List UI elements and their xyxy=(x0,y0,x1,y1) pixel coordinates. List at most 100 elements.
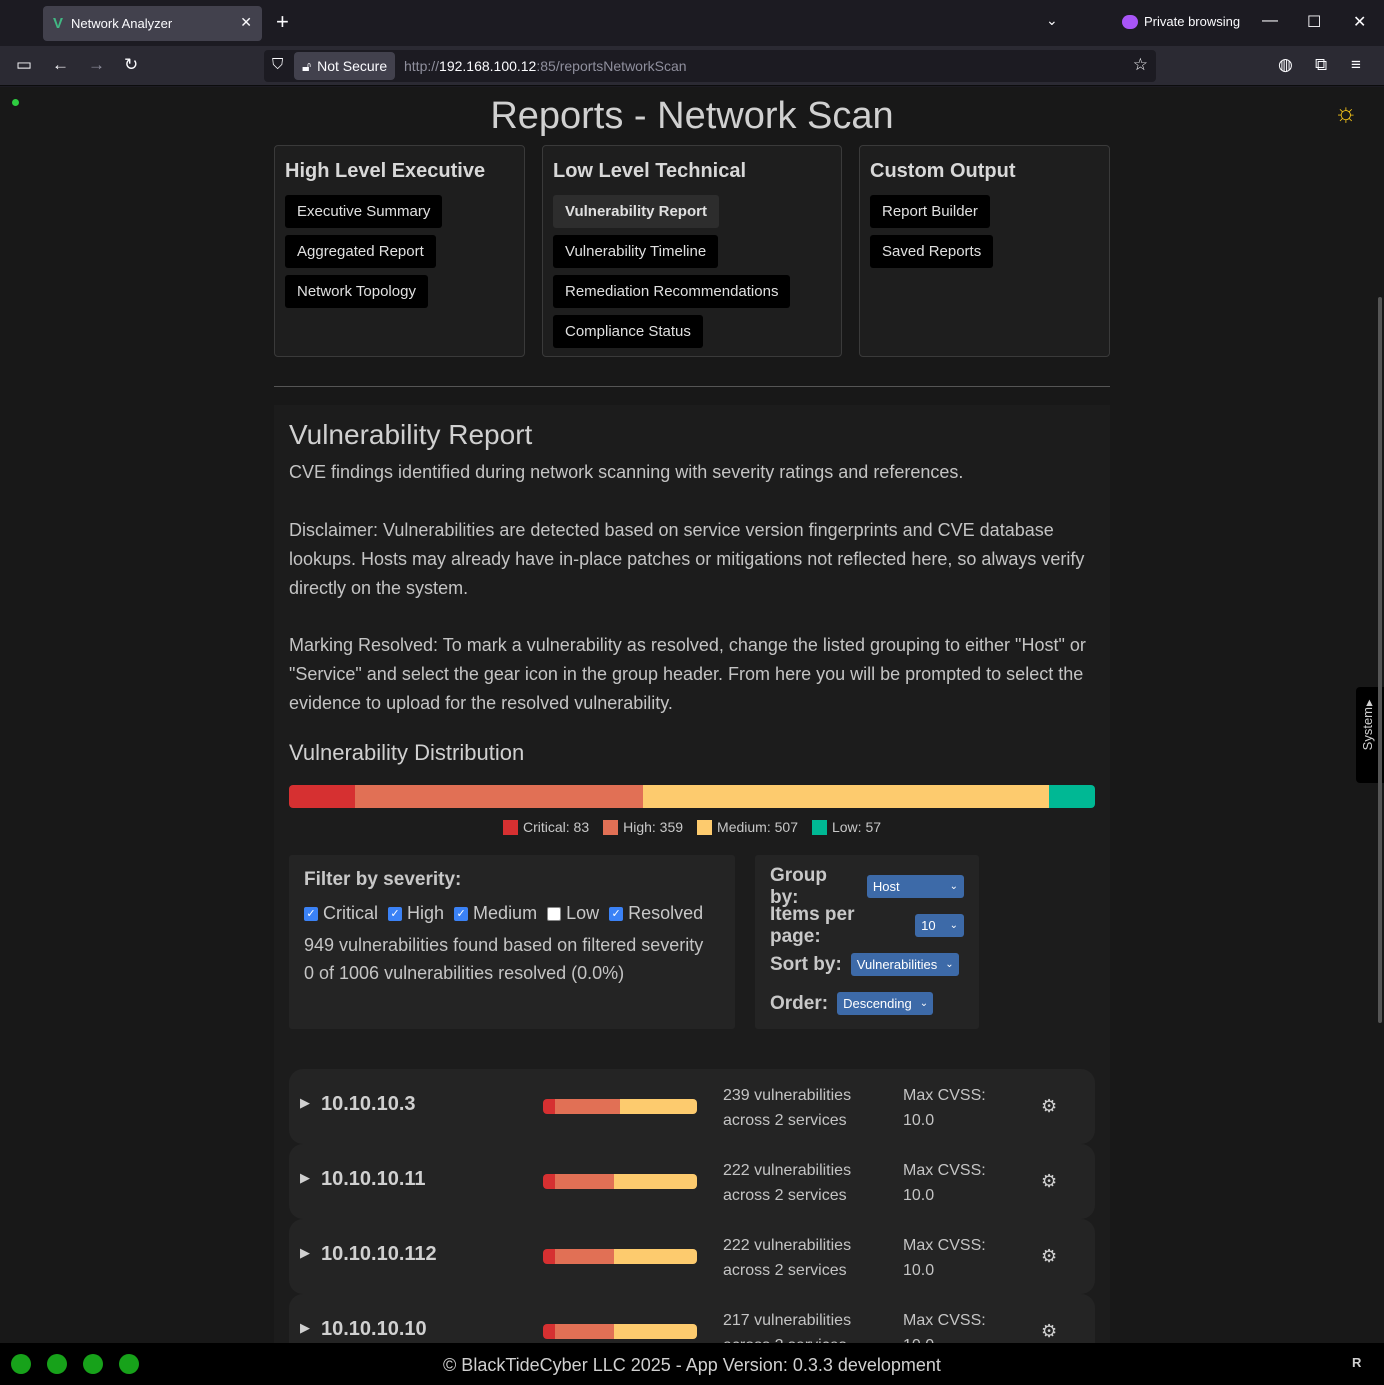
report-subtitle: CVE findings identified during network s… xyxy=(289,462,964,482)
checkbox-label: Low xyxy=(566,903,600,923)
url-text[interactable]: http://192.168.100.12:85/reportsNetworkS… xyxy=(404,58,687,74)
account-icon[interactable]: ◍ xyxy=(1278,55,1293,75)
maximize-icon[interactable]: ☐ xyxy=(1307,12,1321,32)
lock-icon: 🔓︎ xyxy=(302,57,312,74)
legend-item: Medium: 507 xyxy=(697,819,798,835)
checkbox-icon[interactable]: ✓ xyxy=(609,906,624,921)
host-severity-segment xyxy=(543,1174,556,1189)
cvss-value: 10.0 xyxy=(903,1187,935,1204)
severity-checkbox-low[interactable]: Low xyxy=(547,903,599,924)
host-ip: 10.10.10.10 xyxy=(321,1318,427,1340)
new-tab-icon[interactable]: + xyxy=(276,9,289,35)
order-select[interactable]: Descending ⌄ xyxy=(837,992,934,1015)
severity-checkboxes: ✓ Critical ✓ High ✓ Medium Low ✓ Resolved xyxy=(304,903,720,924)
severity-checkbox-medium[interactable]: ✓ Medium xyxy=(454,903,537,924)
close-window-icon[interactable]: ✕ xyxy=(1353,12,1366,32)
cvss-label: Max CVSS: xyxy=(903,1237,986,1254)
host-group-row[interactable]: ▶ 10.10.10.11 222 vulnerabilities across 2 … xyxy=(289,1144,1095,1219)
browser-tab[interactable]: V Network Analyzer ✕ xyxy=(43,6,262,41)
gear-icon[interactable]: ⚙ xyxy=(1041,1321,1057,1342)
aggregated-report-button[interactable]: Aggregated Report xyxy=(285,235,436,268)
gear-icon[interactable]: ⚙ xyxy=(1041,1171,1057,1192)
vuln-count-line: 222 vulnerabilities xyxy=(723,1237,852,1254)
host-group-row[interactable]: ▶ 10.10.10.3 239 vulnerabilities across 2 s… xyxy=(289,1069,1095,1144)
checkbox-label: Critical xyxy=(323,903,379,923)
gear-icon[interactable]: ⚙ xyxy=(1041,1096,1057,1117)
url-path: :85/reportsNetworkScan xyxy=(536,58,687,74)
checkbox-label: Medium xyxy=(473,903,538,923)
network-topology-button[interactable]: Network Topology xyxy=(285,275,428,308)
order-label: Order: xyxy=(770,992,829,1014)
host-severity-segment xyxy=(543,1249,556,1264)
host-severity-segment xyxy=(613,1324,697,1339)
grouping-panel: Group by: Host ⌄ Items per page: 10 ⌄ Sort… xyxy=(755,855,979,1029)
order-row: Order: Descending ⌄ xyxy=(770,984,964,1023)
found-count-text: 949 vulnerabilities found based on filte… xyxy=(304,935,704,955)
chevron-down-icon[interactable]: ⌄ xyxy=(1046,12,1058,29)
legend-item: Low: 57 xyxy=(811,819,882,835)
report-title: Vulnerability Report xyxy=(289,419,533,450)
saved-reports-button[interactable]: Saved Reports xyxy=(870,235,994,268)
severity-checkbox-high[interactable]: ✓ High xyxy=(388,903,444,924)
bookmark-star-icon[interactable]: ☆ xyxy=(1133,55,1148,75)
items-per-page-row: Items per page: 10 ⌄ xyxy=(770,904,964,947)
report-builder-button[interactable]: Report Builder xyxy=(870,195,990,228)
group-by-select[interactable]: Host ⌄ xyxy=(866,875,964,898)
menu-icon[interactable]: ≡ xyxy=(1351,55,1361,75)
forward-icon[interactable]: → xyxy=(88,55,105,75)
reload-icon[interactable]: ↻ xyxy=(124,55,138,75)
remediation-recommendations-button[interactable]: Remediation Recommendations xyxy=(553,275,791,308)
host-ip: 10.10.10.11 xyxy=(321,1168,426,1190)
legend-swatch xyxy=(811,820,827,835)
checkbox-label: High xyxy=(407,903,445,923)
category-high-level-executive: High Level Executive Executive Summary A… xyxy=(274,145,525,357)
distribution-segment xyxy=(355,785,644,808)
legend-label: High: 359 xyxy=(623,819,684,835)
private-browsing-indicator: Private browsing xyxy=(1122,14,1240,29)
checkbox-icon[interactable] xyxy=(547,906,562,921)
not-secure-badge[interactable]: 🔓︎ Not Secure xyxy=(294,52,396,80)
url-bar[interactable]: ⛉ 🔓︎ Not Secure http://192.168.100.12:85… xyxy=(264,50,1156,82)
category-low-level-technical: Low Level Technical Vulnerability Report… xyxy=(542,145,842,357)
gear-icon[interactable]: ⚙ xyxy=(1041,1246,1057,1267)
vulnerability-report-button[interactable]: Vulnerability Report xyxy=(553,195,719,228)
executive-summary-button[interactable]: Executive Summary xyxy=(285,195,443,228)
distribution-title: Vulnerability Distribution xyxy=(289,740,525,765)
vuln-count-line: 217 vulnerabilities xyxy=(723,1312,852,1329)
system-tab-label: System xyxy=(1360,707,1375,751)
distribution-segment xyxy=(289,785,356,808)
vulnerability-timeline-button[interactable]: Vulnerability Timeline xyxy=(553,235,719,268)
page-scrollbar[interactable] xyxy=(1378,297,1382,1023)
sidebar-toggle-icon[interactable]: ▭ xyxy=(16,55,32,75)
vuln-count-line: 239 vulnerabilities xyxy=(723,1087,852,1104)
service-count-line: across 2 services xyxy=(723,1262,847,1279)
minimize-icon[interactable]: — xyxy=(1262,12,1278,30)
expand-triangle-icon[interactable]: ▶ xyxy=(300,1095,310,1111)
expand-triangle-icon[interactable]: ▶ xyxy=(300,1245,310,1261)
host-severity-segment xyxy=(543,1099,556,1114)
checkbox-icon[interactable]: ✓ xyxy=(388,906,403,921)
expand-triangle-icon[interactable]: ▶ xyxy=(300,1170,310,1186)
tab-title: Network Analyzer xyxy=(71,16,173,31)
legend-label: Low: 57 xyxy=(831,819,882,835)
host-severity-segment xyxy=(555,1174,614,1189)
host-group-row[interactable]: ▶ 10.10.10.10 217 vulnerabilities across 2 … xyxy=(289,1294,1095,1343)
filter-heading: Filter by severity: xyxy=(304,869,462,890)
severity-checkbox-critical[interactable]: ✓ Critical xyxy=(304,903,378,924)
distribution-bar xyxy=(289,785,1095,808)
close-tab-icon[interactable]: ✕ xyxy=(240,14,252,31)
sort-by-select[interactable]: Vulnerabilities ⌄ xyxy=(850,953,959,976)
host-severity-bar xyxy=(543,1249,697,1264)
items-per-page-select[interactable]: 10 ⌄ xyxy=(915,914,964,937)
distribution-segment xyxy=(643,785,1050,808)
severity-filter-panel: Filter by severity: ✓ Critical ✓ High ✓ Mediu… xyxy=(289,855,735,1029)
extensions-icon[interactable]: ⧉ xyxy=(1315,55,1327,75)
checkbox-icon[interactable]: ✓ xyxy=(304,906,318,921)
expand-triangle-icon[interactable]: ▶ xyxy=(300,1320,310,1336)
host-group-row[interactable]: ▶ 10.10.10.112 222 vulnerabilities across 2… xyxy=(289,1219,1095,1294)
checkbox-icon[interactable]: ✓ xyxy=(454,906,469,921)
shield-icon[interactable]: ⛉ xyxy=(272,56,283,73)
compliance-status-button[interactable]: Compliance Status xyxy=(553,315,703,348)
back-icon[interactable]: ← xyxy=(52,55,69,75)
severity-checkbox-resolved[interactable]: ✓ Resolved xyxy=(609,903,703,924)
